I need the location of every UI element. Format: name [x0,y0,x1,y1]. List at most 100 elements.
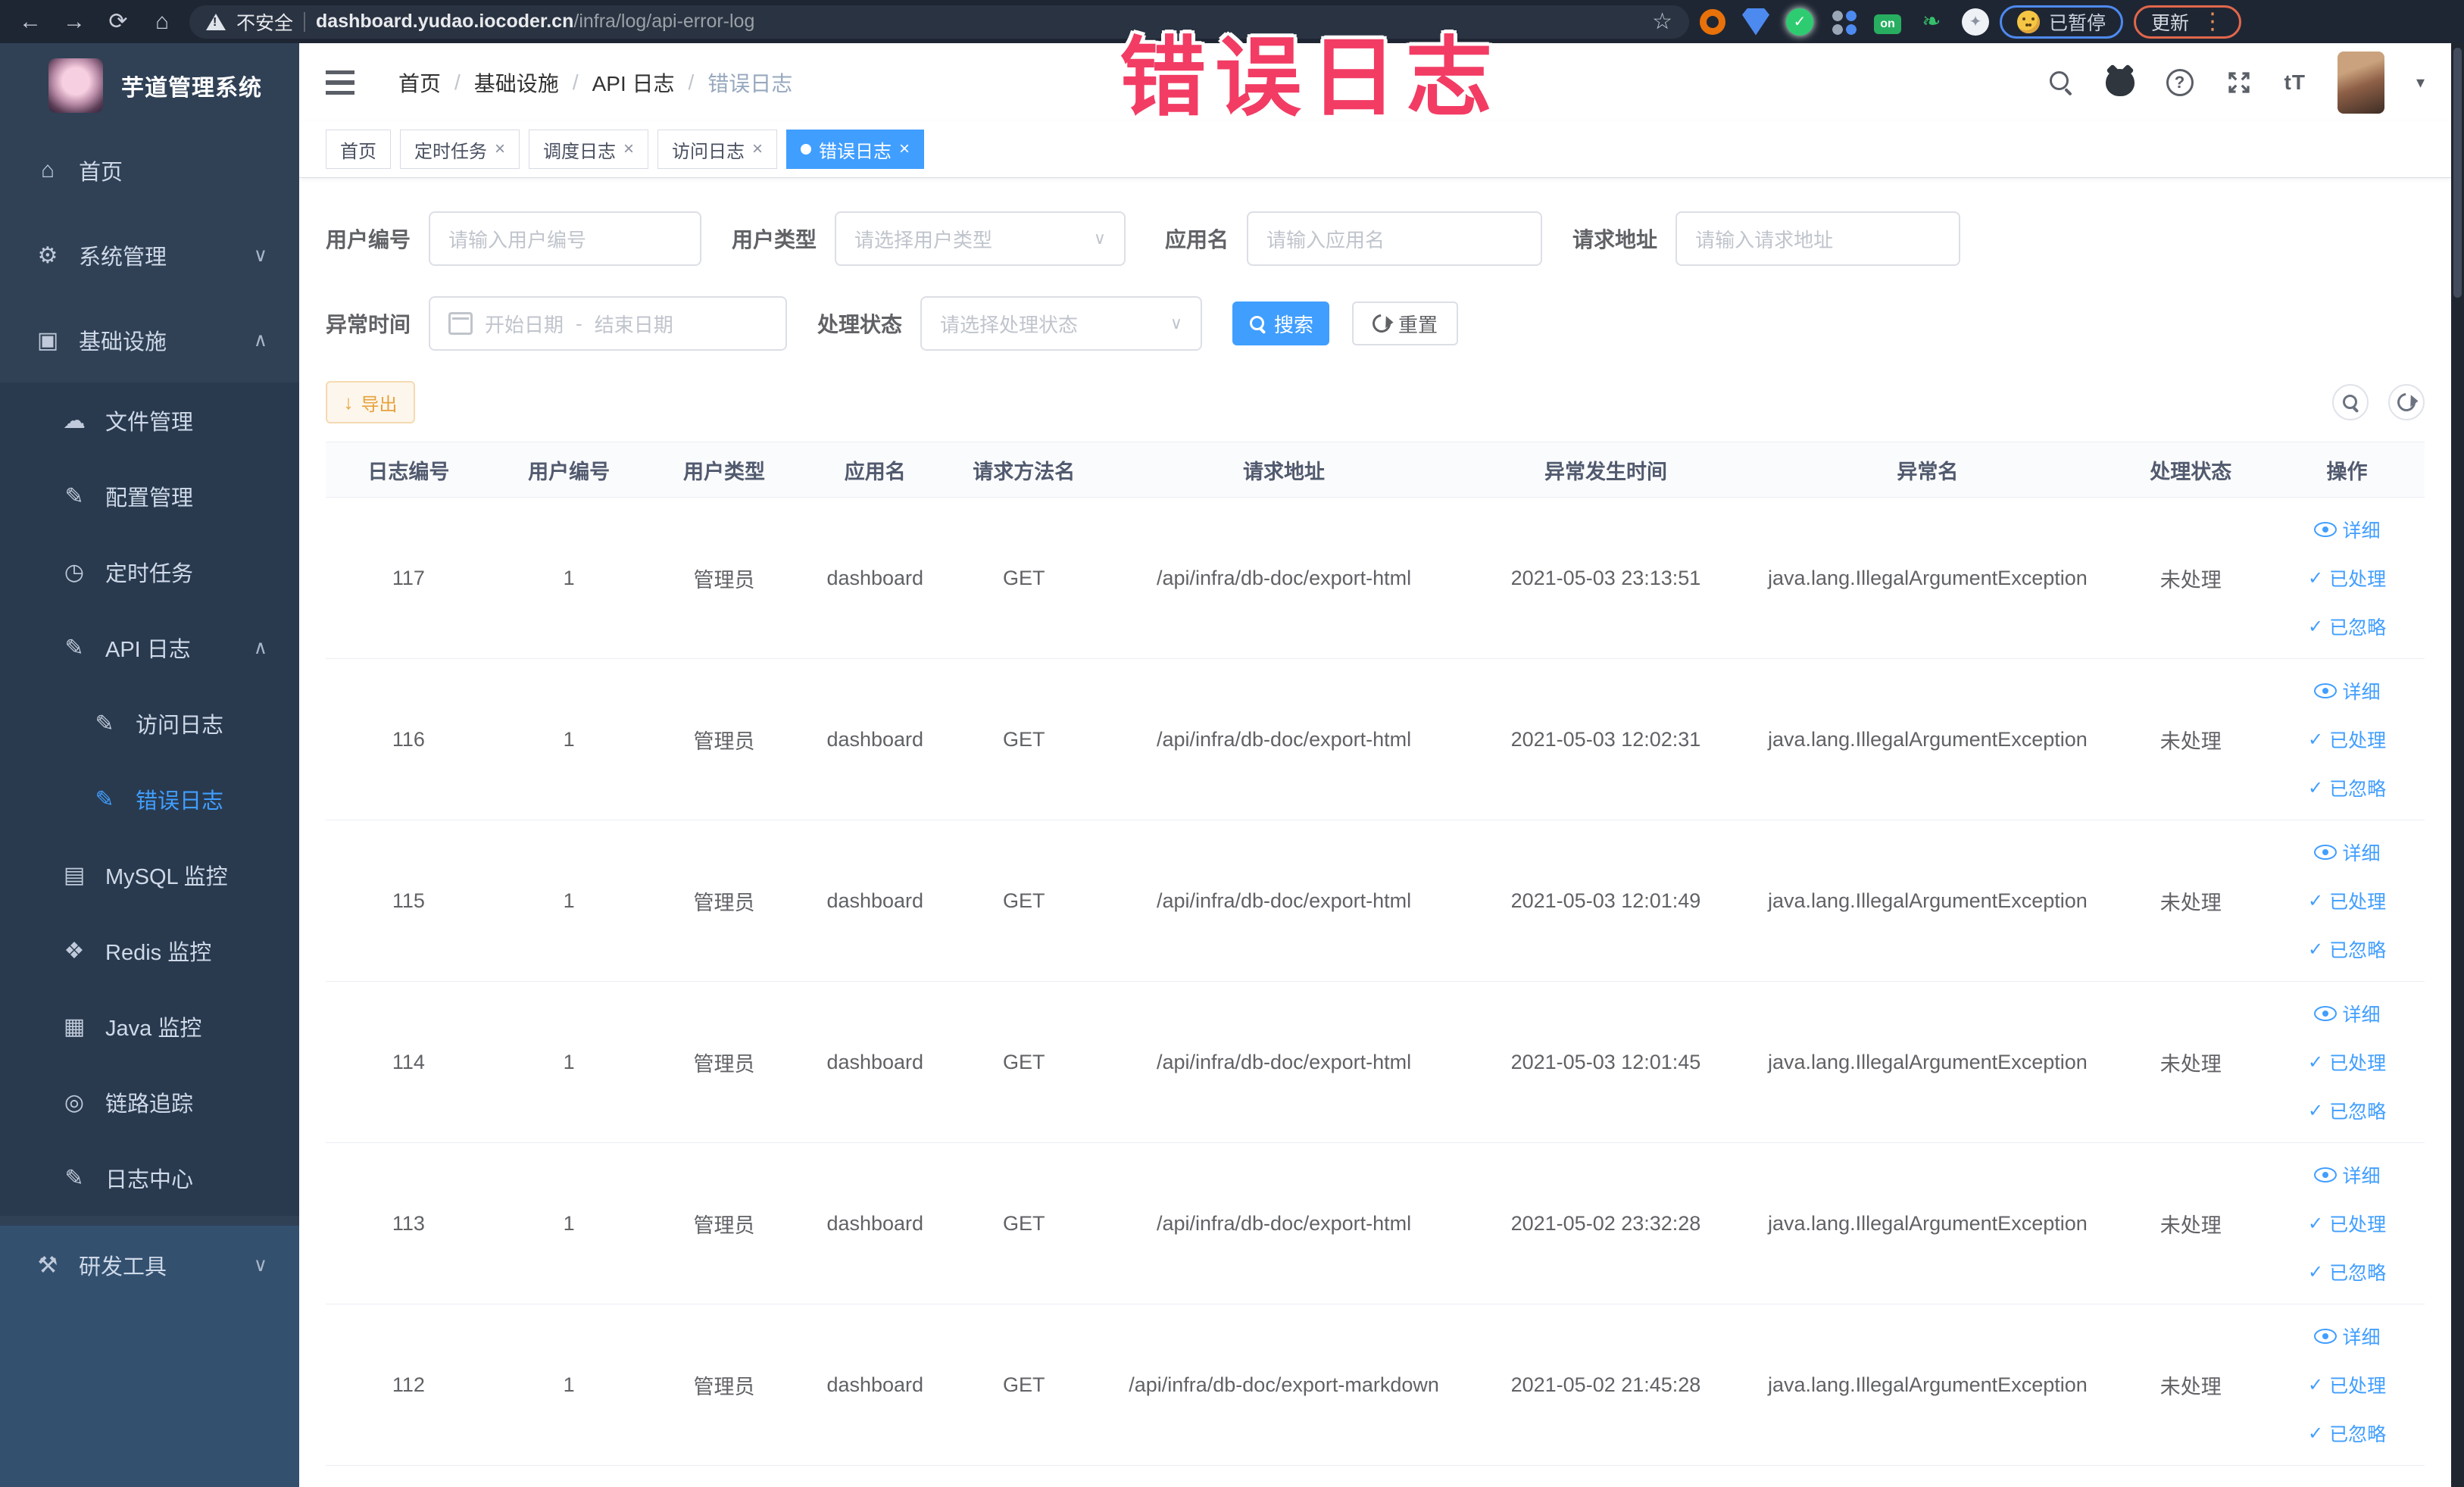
sidebar-item-label: 配置管理 [105,486,194,511]
tab-定时任务[interactable]: 定时任务 × [400,130,520,169]
row-actions: 详细 ✓ 已处理 ✓ 已忽略 [2270,1000,2424,1124]
sidebar-item-链路追踪[interactable]: ◎ 链路追踪 [0,1064,299,1140]
action-详细[interactable]: 详细 [2313,1323,2381,1350]
ext-on-badge-icon[interactable]: on [1874,14,1901,34]
paused-extension-badge[interactable]: 已暂停 [2000,5,2124,39]
tab-label: 首页 [340,141,376,162]
exception-time-range-picker[interactable]: 开始日期 - 结束日期 [429,296,788,351]
app-name-input[interactable]: 请输入应用名 [1247,211,1543,266]
sidebar-item-文件管理[interactable]: ☁ 文件管理 [0,383,299,458]
tab-调度日志[interactable]: 调度日志 × [529,130,649,169]
app-logo[interactable]: 芋道管理系统 [0,43,299,128]
filter-row-1: 用户编号 请输入用户编号 用户类型 请选择用户类型 ∨ 应用名 请输入应用名 请… [326,211,2425,266]
action-已忽略[interactable]: ✓ 已忽略 [2308,1420,2386,1447]
kebab-menu-icon[interactable]: ⋮ [2201,8,2224,35]
table-row: 117 1 管理员 dashboard GET/api/infra/db-doc/exp… [326,497,2425,659]
sidebar-item-配置管理[interactable]: ✎ 配置管理 [0,458,299,534]
sidebar-item-Redis-监控[interactable]: ❖ Redis 监控 [0,913,299,989]
sidebar-item-API-日志[interactable]: ✎ API 日志 ∧ [0,610,299,686]
export-button[interactable]: ↓ 导出 [326,381,415,423]
ext-orange-ring-icon[interactable] [1700,8,1725,35]
search-button[interactable]: 搜索 [1232,301,1330,345]
sidebar-item-错误日志[interactable]: ✎ 错误日志 [0,761,299,837]
request-url-input[interactable]: 请输入请求地址 [1675,211,1961,266]
font-size-icon[interactable]: tT [2284,70,2306,95]
cell-exception: java.lang.IllegalArgumentException [1743,820,2113,982]
sidebar-item-首页[interactable]: ⌂ 首页 [0,128,299,213]
sidebar-item-系统管理[interactable]: ⚙ 系统管理 ∨ [0,213,299,298]
sidebar-item-MySQL-监控[interactable]: ▤ MySQL 监控 [0,837,299,913]
refresh-button[interactable] [2388,384,2425,420]
column-header-0: 日志编号 [326,442,492,498]
tab-label: 定时任务 [414,141,487,162]
action-已忽略[interactable]: ✓ 已忽略 [2308,774,2386,801]
sidebar-item-定时任务[interactable]: ◷ 定时任务 [0,534,299,610]
action-已处理[interactable]: ✓ 已处理 [2308,1371,2386,1398]
close-icon[interactable]: × [495,139,505,160]
sidebar-item-研发工具[interactable]: ⚒ 研发工具 ∨ [0,1226,299,1304]
sidebar-item-访问日志[interactable]: ✎ 访问日志 [0,686,299,761]
action-已处理[interactable]: ✓ 已处理 [2308,1048,2386,1076]
action-label: 已处理 [2329,1214,2387,1236]
ext-green-check-icon[interactable]: ✓ [1786,8,1813,36]
action-详细[interactable]: 详细 [2313,839,2381,866]
user-type-select[interactable]: 请选择用户类型 ∨ [835,211,1126,266]
action-已处理[interactable]: ✓ 已处理 [2308,564,2386,592]
action-已忽略[interactable]: ✓ 已忽略 [2308,1097,2386,1124]
search-icon[interactable] [2048,70,2074,95]
reset-button[interactable]: 重置 [1352,301,1459,345]
fullscreen-icon[interactable] [2225,69,2253,96]
reload-icon[interactable]: ⟳ [101,0,135,43]
action-已处理[interactable]: ✓ 已处理 [2308,1210,2386,1237]
close-icon[interactable]: × [752,139,763,160]
sidebar-item-label: 研发工具 [79,1255,167,1279]
close-icon[interactable]: × [899,139,910,160]
action-已处理[interactable]: ✓ 已处理 [2308,726,2386,753]
process-status-select[interactable]: 请选择处理状态 ∨ [920,296,1203,351]
chevron-down-icon[interactable]: ▾ [2416,73,2425,92]
ext-puzzle-icon[interactable]: ✦ [1962,8,1989,36]
breadcrumb-item[interactable]: 首页 [398,67,441,98]
not-secure-warning-icon[interactable] [206,13,226,30]
home-icon[interactable]: ⌂ [145,0,179,43]
search-icon [2341,393,2359,411]
update-button[interactable]: 更新 ⋮ [2134,5,2242,39]
check-icon: ✓ [2307,1423,2324,1444]
search-toggle-button[interactable] [2332,384,2369,420]
action-详细[interactable]: 详细 [2313,677,2381,704]
forward-icon[interactable]: → [58,0,91,43]
user-id-input[interactable]: 请输入用户编号 [429,211,702,266]
back-icon[interactable]: ← [14,0,47,43]
github-icon[interactable] [2105,68,2135,96]
scrollbar-thumb[interactable] [2453,48,2462,298]
action-详细[interactable]: 详细 [2313,1161,2381,1189]
ext-grid-icon[interactable] [1830,8,1857,36]
browser-scrollbar[interactable] [2451,43,2464,1487]
sidebar-fold-icon[interactable] [326,70,354,95]
tab-错误日志[interactable]: 错误日志 × [786,130,925,169]
breadcrumb-item[interactable]: API 日志 [592,67,675,98]
help-icon[interactable] [2166,68,2194,96]
tab-访问日志[interactable]: 访问日志 × [657,130,778,169]
avatar[interactable] [2337,51,2384,114]
sidebar-item-Java-监控[interactable]: ▦ Java 监控 [0,989,299,1064]
row-actions: 详细 ✓ 已处理 ✓ 已忽略 [2270,677,2424,801]
ext-blue-shield-icon[interactable] [1742,8,1769,36]
action-已处理[interactable]: ✓ 已处理 [2308,887,2386,914]
action-已忽略[interactable]: ✓ 已忽略 [2308,1258,2386,1286]
tab-首页[interactable]: 首页 [326,130,391,169]
breadcrumb-item[interactable]: 基础设施 [474,67,559,98]
bookmark-star-icon[interactable]: ☆ [1652,8,1672,35]
action-详细[interactable]: 详细 [2313,1000,2381,1027]
action-已忽略[interactable]: ✓ 已忽略 [2308,613,2386,640]
eye-icon [2313,1167,2337,1182]
action-详细[interactable]: 详细 [2313,516,2381,543]
close-icon[interactable]: × [623,139,634,160]
action-已忽略[interactable]: ✓ 已忽略 [2308,936,2386,963]
search-icon [1248,314,1266,333]
ext-leaf-icon[interactable]: ❧ [1918,8,1945,36]
column-header-5: 请求地址 [1099,442,1469,498]
search-button-label: 搜索 [1274,313,1314,336]
sidebar-item-日志中心[interactable]: ✎ 日志中心 [0,1140,299,1216]
sidebar-item-基础设施[interactable]: ▣ 基础设施 ∧ [0,298,299,383]
